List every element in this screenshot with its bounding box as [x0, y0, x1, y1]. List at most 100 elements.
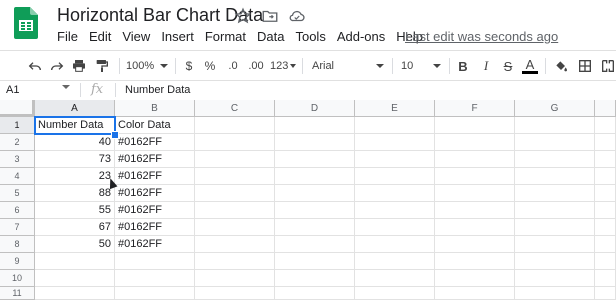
- cell-e2[interactable]: [355, 134, 435, 151]
- font-size-select[interactable]: 10: [401, 57, 441, 75]
- column-header-e[interactable]: E: [355, 100, 435, 117]
- cell-a8[interactable]: 50: [35, 236, 115, 253]
- cell-e6[interactable]: [355, 202, 435, 219]
- fill-color-icon[interactable]: [552, 57, 570, 75]
- row-header-8[interactable]: 8: [0, 236, 35, 253]
- row-header-2[interactable]: 2: [0, 134, 35, 151]
- menu-data[interactable]: Data: [257, 29, 284, 44]
- row-header-1[interactable]: 1: [0, 117, 35, 134]
- cell-a10[interactable]: [35, 270, 115, 287]
- cell-f6[interactable]: [435, 202, 515, 219]
- undo-icon[interactable]: [26, 57, 44, 75]
- zoom-select[interactable]: 100%: [126, 57, 169, 75]
- cell-g10[interactable]: [515, 270, 595, 287]
- cell-a11[interactable]: [35, 287, 115, 300]
- column-header-d[interactable]: D: [275, 100, 355, 117]
- cell-g4[interactable]: [515, 168, 595, 185]
- cell-h1[interactable]: [595, 117, 616, 134]
- menu-edit[interactable]: Edit: [89, 29, 111, 44]
- star-icon[interactable]: [234, 7, 252, 25]
- cell-f3[interactable]: [435, 151, 515, 168]
- name-box[interactable]: A1: [6, 84, 19, 96]
- column-header-g[interactable]: G: [515, 100, 595, 117]
- text-color-button[interactable]: A: [522, 57, 538, 75]
- cell-f5[interactable]: [435, 185, 515, 202]
- more-formats-select[interactable]: 123: [270, 57, 297, 75]
- cell-h6[interactable]: [595, 202, 616, 219]
- row-header-5[interactable]: 5: [0, 185, 35, 202]
- cell-h9[interactable]: [595, 253, 616, 270]
- cell-h10[interactable]: [595, 270, 616, 287]
- cell-c4[interactable]: [195, 168, 275, 185]
- cell-a6[interactable]: 55: [35, 202, 115, 219]
- cell-g9[interactable]: [515, 253, 595, 270]
- cell-h7[interactable]: [595, 219, 616, 236]
- cell-h5[interactable]: [595, 185, 616, 202]
- cell-g5[interactable]: [515, 185, 595, 202]
- menu-view[interactable]: View: [122, 29, 150, 44]
- cell-b4[interactable]: #0162FF: [115, 168, 195, 185]
- cell-a5[interactable]: 88: [35, 185, 115, 202]
- select-all-corner[interactable]: [0, 100, 35, 117]
- cell-e1[interactable]: [355, 117, 435, 134]
- cell-f4[interactable]: [435, 168, 515, 185]
- cell-h2[interactable]: [595, 134, 616, 151]
- cell-b3[interactable]: #0162FF: [115, 151, 195, 168]
- row-header-3[interactable]: 3: [0, 151, 35, 168]
- cell-g8[interactable]: [515, 236, 595, 253]
- font-family-select[interactable]: Arial: [312, 57, 384, 75]
- column-header-f[interactable]: F: [435, 100, 515, 117]
- cell-d5[interactable]: [275, 185, 355, 202]
- italic-button[interactable]: I: [479, 57, 493, 75]
- cell-f10[interactable]: [435, 270, 515, 287]
- move-folder-icon[interactable]: [261, 7, 279, 25]
- cell-b5[interactable]: #0162FF: [115, 185, 195, 202]
- row-header-6[interactable]: 6: [0, 202, 35, 219]
- cell-b2[interactable]: #0162FF: [115, 134, 195, 151]
- row-header-4[interactable]: 4: [0, 168, 35, 185]
- cell-e3[interactable]: [355, 151, 435, 168]
- cell-a4[interactable]: 23: [35, 168, 115, 185]
- cell-d6[interactable]: [275, 202, 355, 219]
- cell-b11[interactable]: [115, 287, 195, 300]
- spreadsheet-grid[interactable]: A B C D E F G 1 2 3 4 5 6 7 8 9 10 11 Nu…: [0, 100, 616, 300]
- decrease-decimal-button[interactable]: .0: [224, 57, 242, 75]
- cell-e5[interactable]: [355, 185, 435, 202]
- cell-c1[interactable]: [195, 117, 275, 134]
- cell-a2[interactable]: 40: [35, 134, 115, 151]
- cell-d2[interactable]: [275, 134, 355, 151]
- cell-c3[interactable]: [195, 151, 275, 168]
- cell-d7[interactable]: [275, 219, 355, 236]
- strikethrough-button[interactable]: S: [501, 57, 515, 75]
- row-header-11[interactable]: 11: [0, 287, 35, 300]
- cell-a3[interactable]: 73: [35, 151, 115, 168]
- cell-d11[interactable]: [275, 287, 355, 300]
- document-title[interactable]: Horizontal Bar Chart Data: [57, 5, 263, 26]
- chevron-down-icon[interactable]: [62, 85, 70, 89]
- cell-g3[interactable]: [515, 151, 595, 168]
- sheets-logo-icon[interactable]: [14, 7, 38, 39]
- row-header-7[interactable]: 7: [0, 219, 35, 236]
- cell-b8[interactable]: #0162FF: [115, 236, 195, 253]
- cell-d10[interactable]: [275, 270, 355, 287]
- cell-b10[interactable]: [115, 270, 195, 287]
- cell-c6[interactable]: [195, 202, 275, 219]
- currency-format-button[interactable]: $: [183, 57, 195, 75]
- cell-f7[interactable]: [435, 219, 515, 236]
- cell-c7[interactable]: [195, 219, 275, 236]
- cell-d3[interactable]: [275, 151, 355, 168]
- cell-g2[interactable]: [515, 134, 595, 151]
- menu-insert[interactable]: Insert: [161, 29, 194, 44]
- cell-f8[interactable]: [435, 236, 515, 253]
- formula-input[interactable]: Number Data: [125, 84, 190, 96]
- cell-f11[interactable]: [435, 287, 515, 300]
- row-header-9[interactable]: 9: [0, 253, 35, 270]
- column-header-c[interactable]: C: [195, 100, 275, 117]
- column-header-h[interactable]: [595, 100, 616, 117]
- print-icon[interactable]: [70, 57, 88, 75]
- cell-g7[interactable]: [515, 219, 595, 236]
- menu-tools[interactable]: Tools: [295, 29, 325, 44]
- cell-c9[interactable]: [195, 253, 275, 270]
- paint-format-icon[interactable]: [93, 57, 111, 75]
- cell-a9[interactable]: [35, 253, 115, 270]
